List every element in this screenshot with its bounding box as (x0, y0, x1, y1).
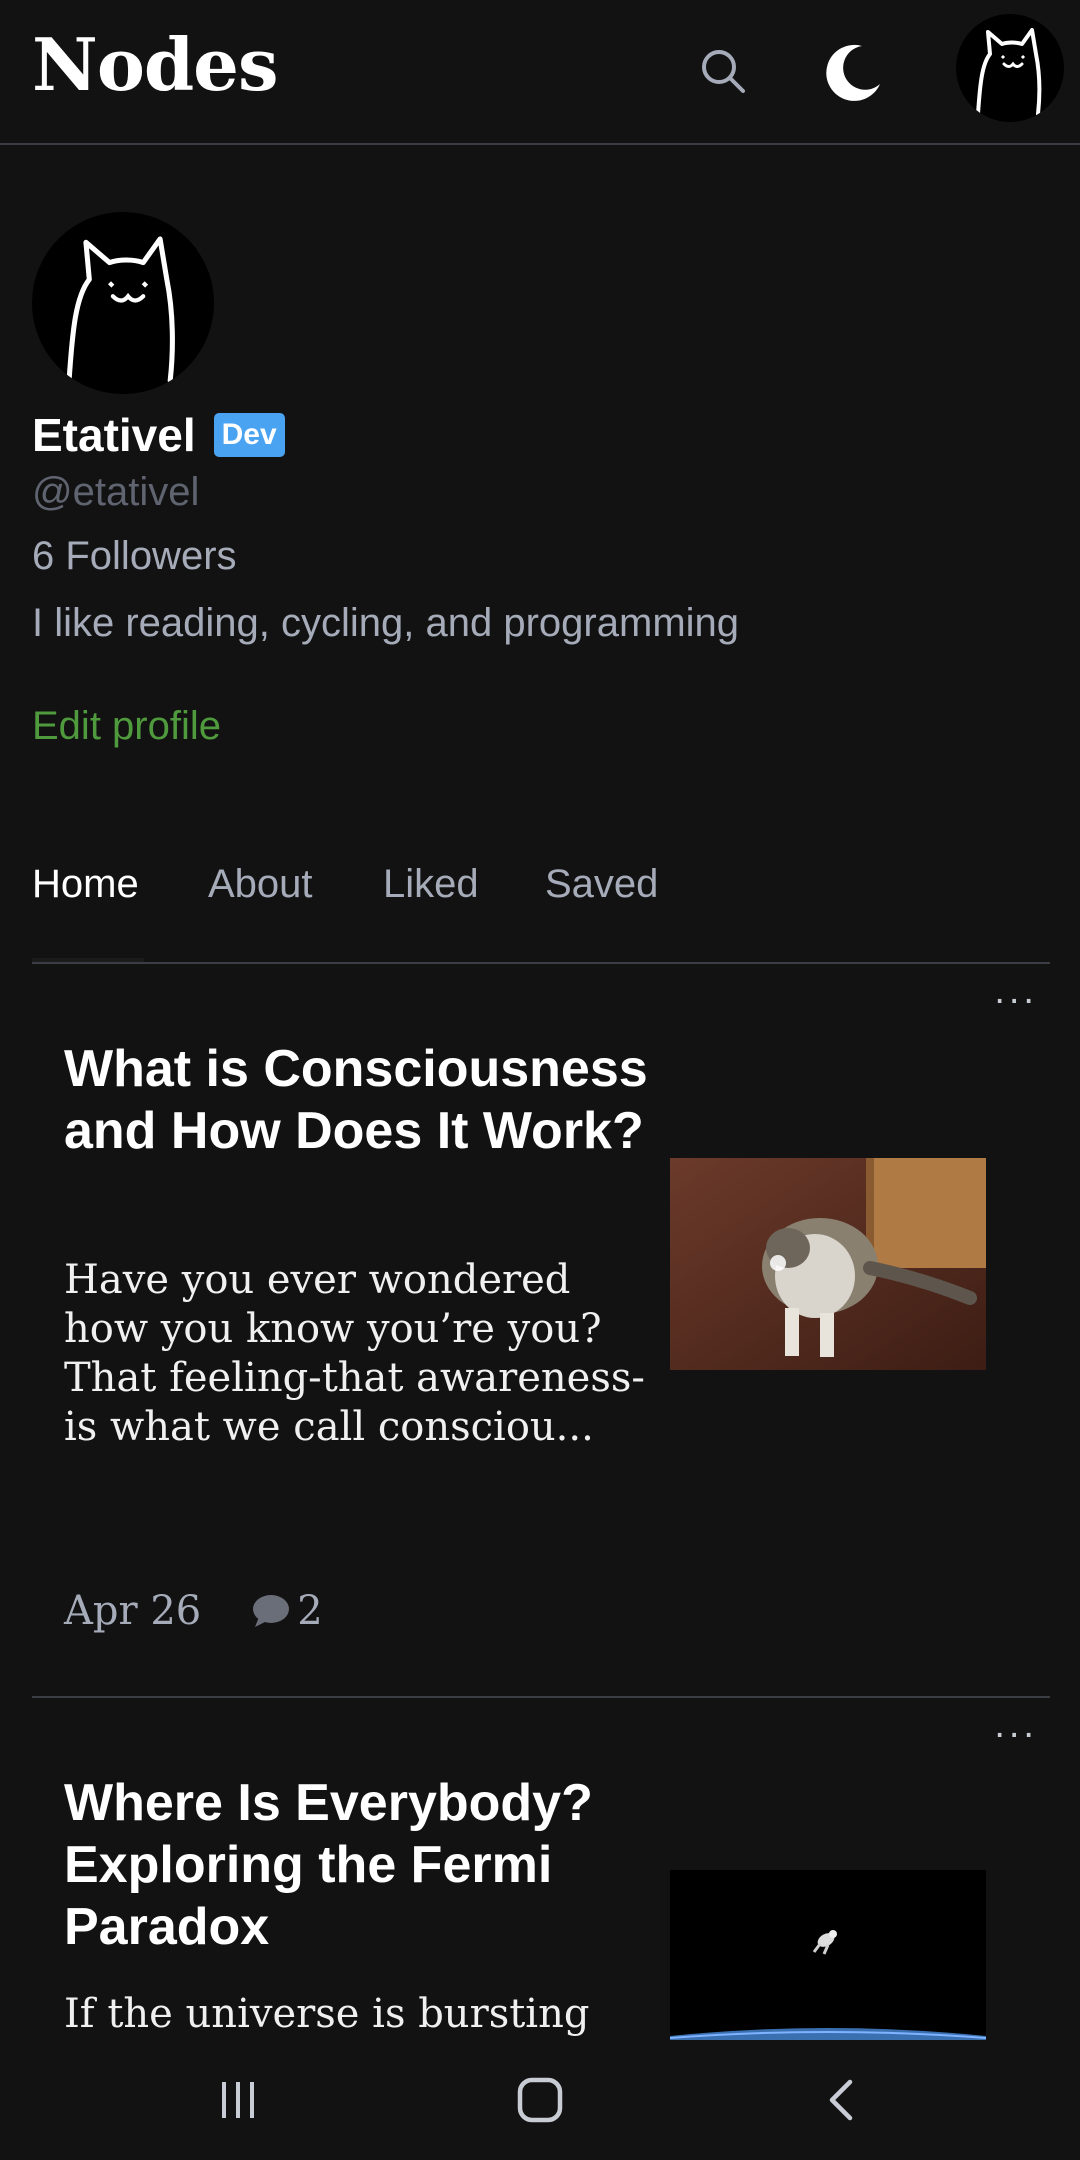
more-options-button[interactable]: ... (994, 970, 1038, 1013)
moon-icon (826, 44, 880, 101)
profile-name: Etativel (32, 409, 196, 461)
followers-count[interactable]: 6 Followers (32, 534, 237, 579)
tab-about[interactable]: About (208, 862, 313, 907)
comment-count-value: 2 (297, 1588, 323, 1634)
comment-icon (253, 1595, 290, 1627)
home-icon (517, 2077, 563, 2123)
more-options-button[interactable]: ... (994, 1704, 1038, 1747)
user-avatar-button[interactable] (956, 14, 1064, 122)
profile-avatar (32, 212, 214, 394)
comment-count[interactable]: 2 (251, 1588, 323, 1634)
home-button[interactable] (500, 2068, 580, 2132)
article-meta: Apr 26 2 (64, 1588, 323, 1634)
dev-badge: Dev (213, 413, 285, 457)
top-bar: Nodes (0, 0, 1080, 145)
app-title[interactable]: Nodes (32, 22, 279, 107)
article-title[interactable]: What is Consciousness and How Does It Wo… (64, 1038, 654, 1162)
profile-name-row: Etativel Dev (32, 408, 285, 462)
article-excerpt: Have you ever wondered how you know you’… (64, 1257, 645, 1450)
article-thumbnail[interactable] (670, 1870, 986, 2040)
recent-apps-button[interactable] (198, 2068, 278, 2132)
recent-apps-icon (222, 2082, 254, 2118)
search-icon (702, 50, 745, 93)
theme-toggle-button[interactable] (812, 30, 896, 114)
article-excerpt: If the universe is bursting (64, 1991, 590, 2037)
article-card[interactable]: ... What is Consciousness and How Does I… (32, 966, 1050, 1698)
system-nav-bar (0, 2040, 1080, 2160)
profile-handle: @etativel (32, 470, 200, 514)
article-title[interactable]: Where Is Everybody? Exploring the Fermi … (64, 1772, 654, 1958)
article-thumbnail[interactable] (670, 1158, 986, 1370)
search-button[interactable] (690, 38, 756, 104)
profile-bio: I like reading, cycling, and programming (32, 601, 740, 645)
tab-liked[interactable]: Liked (383, 862, 479, 907)
back-icon (829, 2079, 853, 2121)
tab-home[interactable]: Home (32, 862, 139, 907)
active-tab-indicator (32, 958, 144, 962)
back-button[interactable] (802, 2068, 882, 2132)
article-date: Apr 26 (64, 1588, 202, 1634)
edit-profile-link[interactable]: Edit profile (32, 704, 221, 749)
profile-tabs: Home About Liked Saved (32, 862, 1050, 964)
cat-avatar-icon (976, 28, 1042, 116)
article-card[interactable]: ... Where Is Everybody? Exploring the Fe… (32, 1700, 1050, 2040)
tab-saved[interactable]: Saved (545, 862, 658, 907)
cat-avatar-icon (66, 236, 175, 384)
